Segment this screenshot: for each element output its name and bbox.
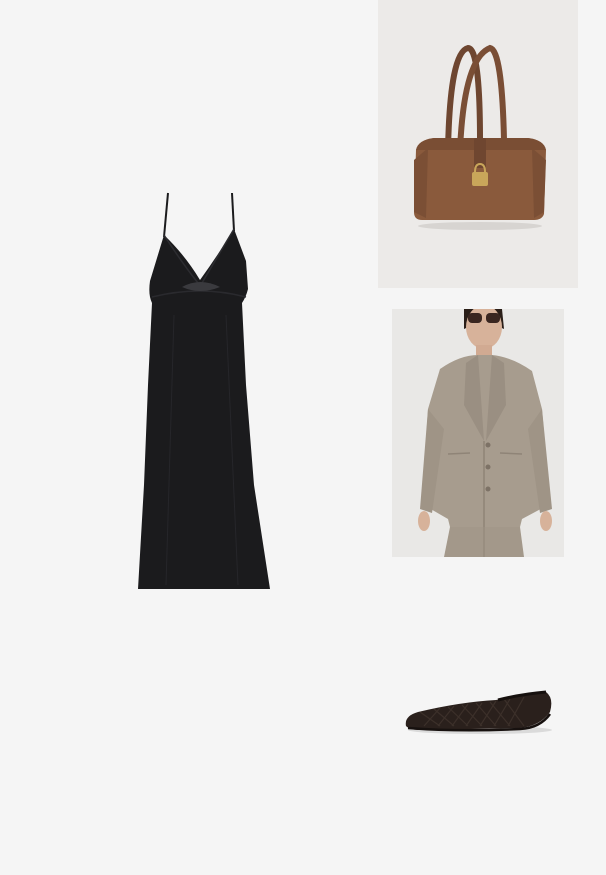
flat-item[interactable] [400,682,556,742]
outfit-board [0,0,606,875]
slip-dress-icon [138,192,270,589]
blazer-model-icon [392,309,564,557]
bag-item[interactable] [378,0,578,288]
woven-flat-icon [405,690,552,734]
blazer-item[interactable] [392,309,564,557]
dress-item[interactable] [130,185,280,595]
tote-bag-icon [414,44,546,230]
